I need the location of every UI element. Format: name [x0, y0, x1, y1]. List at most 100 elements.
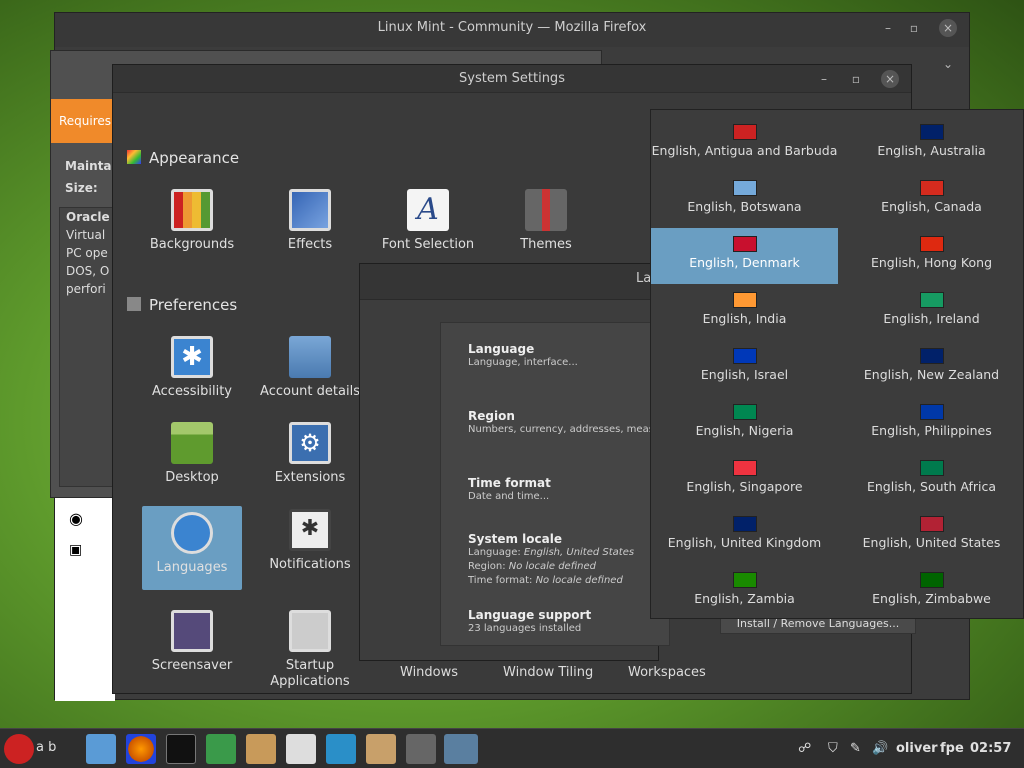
snowflake-icon[interactable] — [326, 734, 356, 764]
language-option[interactable]: English, Denmark — [651, 228, 838, 284]
flag-icon — [919, 124, 944, 140]
notification-icon: ✱ — [289, 509, 331, 551]
language-option[interactable]: English, Zambia — [651, 564, 838, 620]
language-option[interactable]: English, Nigeria — [651, 396, 838, 452]
mixer-icon[interactable] — [406, 734, 436, 764]
extensions-tile[interactable]: ⚙ Extensions — [260, 422, 360, 485]
time-format-row[interactable]: Time format Date and time... — [468, 476, 551, 504]
minimize-icon[interactable]: – — [879, 19, 897, 37]
maximize-icon[interactable]: ▫ — [847, 70, 865, 88]
language-option[interactable]: English, New Zealand — [838, 340, 1024, 396]
font-icon: A — [407, 189, 449, 231]
row-desc: 23 languages installed — [468, 623, 582, 634]
language-popup: English, Antigua and Barbuda English, Aus… — [650, 109, 1024, 619]
volume-icon[interactable]: 🔊 — [872, 741, 888, 756]
terminal-icon[interactable] — [166, 734, 196, 764]
flag-icon — [732, 292, 757, 308]
language-option-label: English, Canada — [881, 199, 982, 214]
effects-icon — [289, 189, 331, 231]
flag-icon — [732, 348, 757, 364]
window-tiling-tile[interactable]: Window Tiling — [503, 665, 593, 680]
locale-language: Language: English, United States — [468, 547, 635, 558]
menu-label[interactable]: a b — [36, 740, 56, 755]
tile-label: Startup — [285, 658, 335, 673]
flag-icon — [919, 292, 944, 308]
language-option[interactable]: English, Hong Kong — [838, 228, 1024, 284]
language-option[interactable]: English, Australia — [838, 116, 1024, 172]
desktop-icon — [171, 422, 213, 464]
font-selection-tile[interactable]: A Font Selection — [378, 189, 478, 252]
language-option-label: English, Denmark — [689, 255, 800, 270]
close-icon[interactable]: × — [939, 19, 957, 37]
language-option[interactable]: English, Israel — [651, 340, 838, 396]
language-option-label: English, Antigua and Barbuda — [651, 143, 838, 158]
language-option[interactable]: English, Zimbabwe — [838, 564, 1024, 620]
language-option-label: English, United States — [862, 535, 1001, 550]
accessibility-tile[interactable]: ✱ Accessibility — [142, 336, 242, 399]
maximize-icon[interactable]: ▫ — [905, 19, 923, 37]
desc-line: PC ope — [66, 246, 108, 260]
desc-line: perfori — [66, 282, 106, 296]
network-icon[interactable]: ☍ — [798, 741, 811, 756]
backgrounds-tile[interactable]: Backgrounds — [142, 189, 242, 252]
startup-applications-tile[interactable]: Startup Applications — [260, 610, 360, 690]
language-option-label: English, Hong Kong — [870, 255, 993, 270]
shield-icon[interactable]: ⛉ — [828, 741, 838, 756]
language-option[interactable]: English, United Kingdom — [651, 508, 838, 564]
language-option[interactable]: English, Ireland — [838, 284, 1024, 340]
language-option[interactable]: English, South Africa — [838, 452, 1024, 508]
keyboard-layout[interactable]: fpe — [940, 741, 964, 756]
tile-label: Font Selection — [381, 237, 475, 252]
user-name[interactable]: oliver — [896, 741, 938, 756]
themes-tile[interactable]: Themes — [496, 189, 596, 252]
row-desc: Language, interface... — [468, 357, 578, 368]
folder-icon[interactable] — [86, 734, 116, 764]
package-icon[interactable] — [246, 734, 276, 764]
screensaver-tile[interactable]: Screensaver — [142, 610, 242, 673]
region-row[interactable]: Region Numbers, currency, addresses, mea… — [468, 409, 654, 437]
desc-line: Virtual — [66, 228, 106, 242]
firefox-icon[interactable] — [126, 734, 156, 764]
desktop-tile[interactable]: Desktop — [142, 422, 242, 485]
flag-icon — [919, 516, 944, 532]
flag-icon — [732, 180, 757, 196]
account-icon — [289, 336, 331, 378]
app-icon[interactable] — [286, 734, 316, 764]
language-option-label: English, South Africa — [866, 479, 997, 494]
windows-tile[interactable]: Windows — [400, 665, 458, 680]
close-icon[interactable]: × — [881, 70, 899, 88]
clock[interactable]: 02:57 — [970, 741, 1011, 756]
flag-icon — [732, 404, 757, 420]
language-option[interactable]: English, Antigua and Barbuda — [651, 116, 838, 172]
language-option[interactable]: English, India — [651, 284, 838, 340]
language-option[interactable]: English, Botswana — [651, 172, 838, 228]
language-row[interactable]: Language Language, interface... — [468, 342, 578, 370]
languages-task-icon[interactable] — [444, 734, 478, 764]
row-label: System locale — [468, 532, 562, 546]
language-option[interactable]: English, United States — [838, 508, 1024, 564]
effects-tile[interactable]: Effects — [260, 189, 360, 252]
box-icon[interactable] — [366, 734, 396, 764]
pen-icon[interactable]: ✎ — [850, 741, 861, 756]
flag-icon — [919, 404, 944, 420]
languages-tile[interactable]: Languages — [142, 506, 242, 590]
locale-region: Region: No locale defined — [468, 561, 596, 572]
languages-titlebar: La — [360, 264, 658, 300]
language-option[interactable]: English, Canada — [838, 172, 1024, 228]
language-option[interactable]: English, Philippines — [838, 396, 1024, 452]
download-icon[interactable] — [206, 734, 236, 764]
flag-icon — [919, 348, 944, 364]
preferences-header: Preferences — [127, 296, 237, 314]
minimize-icon[interactable]: – — [815, 70, 833, 88]
system-locale-row: System locale Language: English, United … — [468, 532, 634, 588]
chevron-down-icon[interactable]: ⌄ — [939, 55, 957, 73]
firefox-titlebar: Linux Mint - Community — Mozilla Firefox — [55, 13, 969, 47]
notifications-tile[interactable]: ✱ Notifications — [260, 506, 360, 572]
workspaces-tile[interactable]: Workspaces — [628, 665, 706, 680]
row-desc: Date and time... — [468, 491, 550, 502]
tile-label: Effects — [287, 237, 333, 252]
menu-icon[interactable] — [4, 734, 34, 764]
account-details-tile[interactable]: Account details — [260, 336, 360, 399]
preferences-icon — [127, 297, 141, 311]
language-option[interactable]: English, Singapore — [651, 452, 838, 508]
